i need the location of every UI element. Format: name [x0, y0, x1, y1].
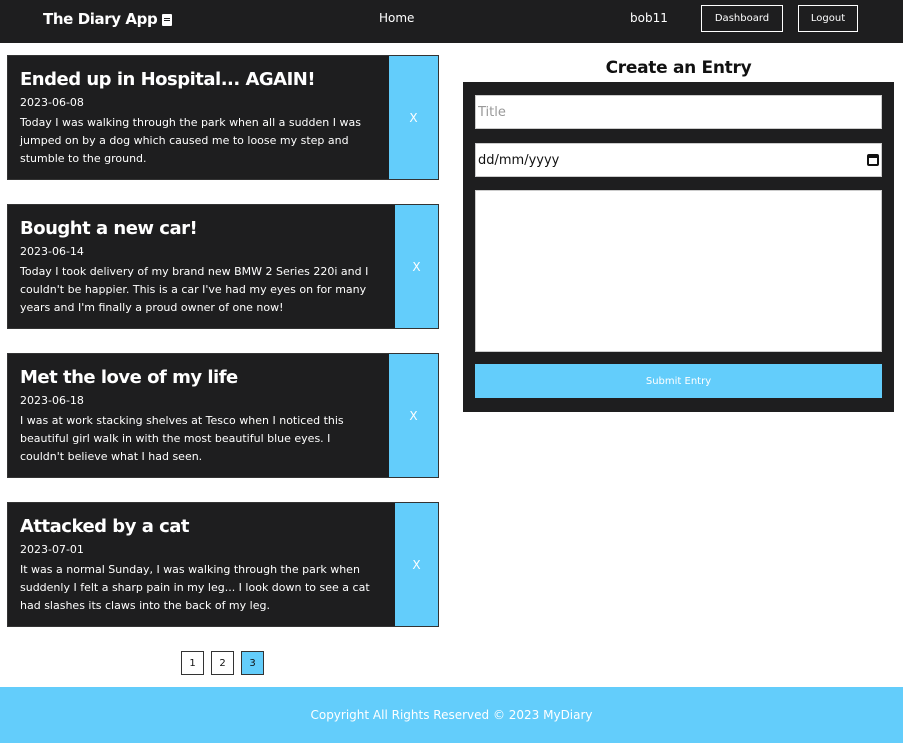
- nav-home-link[interactable]: Home: [379, 11, 414, 25]
- page-button-3[interactable]: 3: [241, 651, 264, 675]
- entry-body: I was at work stacking shelves at Tesco …: [20, 414, 344, 463]
- entry-date: 2023-06-08: [20, 96, 84, 109]
- delete-entry-button[interactable]: X: [389, 56, 438, 179]
- entry-date: 2023-06-18: [20, 394, 84, 407]
- entry-title: Met the love of my life: [20, 367, 238, 388]
- entry-body: Today I took delivery of my brand new BM…: [20, 265, 369, 314]
- form-heading: Create an Entry: [605, 58, 752, 78]
- diary-entry-card: Ended up in Hospital... AGAIN! 2023-06-0…: [7, 55, 439, 180]
- diary-entry-card: Met the love of my life 2023-06-18 I was…: [7, 353, 439, 478]
- brand[interactable]: The Diary App: [43, 10, 173, 28]
- copyright-text: Copyright All Rights Reserved © 2023 MyD…: [310, 708, 593, 722]
- entry-body-textarea[interactable]: [475, 190, 882, 352]
- brand-label: The Diary App: [43, 10, 158, 28]
- entry-date: 2023-06-14: [20, 245, 84, 258]
- entry-title: Ended up in Hospital... AGAIN!: [20, 69, 316, 90]
- submit-entry-button[interactable]: Submit Entry: [475, 364, 882, 398]
- title-input[interactable]: [475, 95, 882, 129]
- entry-date: 2023-07-01: [20, 543, 84, 556]
- date-input[interactable]: dd/mm/yyyy: [475, 143, 882, 177]
- book-icon: [162, 14, 173, 26]
- username-label: bob11: [630, 11, 668, 25]
- entry-title: Bought a new car!: [20, 218, 198, 239]
- navbar: The Diary App Home bob11 Dashboard Logou…: [0, 0, 903, 43]
- entry-body: Today I was walking through the park whe…: [20, 116, 361, 165]
- delete-entry-button[interactable]: X: [389, 354, 438, 477]
- logout-button[interactable]: Logout: [798, 5, 858, 32]
- date-input-placeholder: dd/mm/yyyy: [478, 152, 560, 168]
- entry-title: Attacked by a cat: [20, 516, 190, 537]
- calendar-icon[interactable]: [867, 154, 879, 166]
- delete-entry-button[interactable]: X: [395, 503, 438, 626]
- page-button-1[interactable]: 1: [181, 651, 204, 675]
- entry-body: It was a normal Sunday, I was walking th…: [20, 563, 370, 612]
- diary-entry-card: Bought a new car! 2023-06-14 Today I too…: [7, 204, 439, 329]
- page-button-2[interactable]: 2: [211, 651, 234, 675]
- pagination: 1 2 3: [181, 651, 264, 675]
- footer: Copyright All Rights Reserved © 2023 MyD…: [0, 687, 903, 743]
- delete-entry-button[interactable]: X: [395, 205, 438, 328]
- dashboard-button[interactable]: Dashboard: [701, 5, 783, 32]
- diary-entry-card: Attacked by a cat 2023-07-01 It was a no…: [7, 502, 439, 627]
- create-entry-form: dd/mm/yyyy Submit Entry: [463, 82, 894, 412]
